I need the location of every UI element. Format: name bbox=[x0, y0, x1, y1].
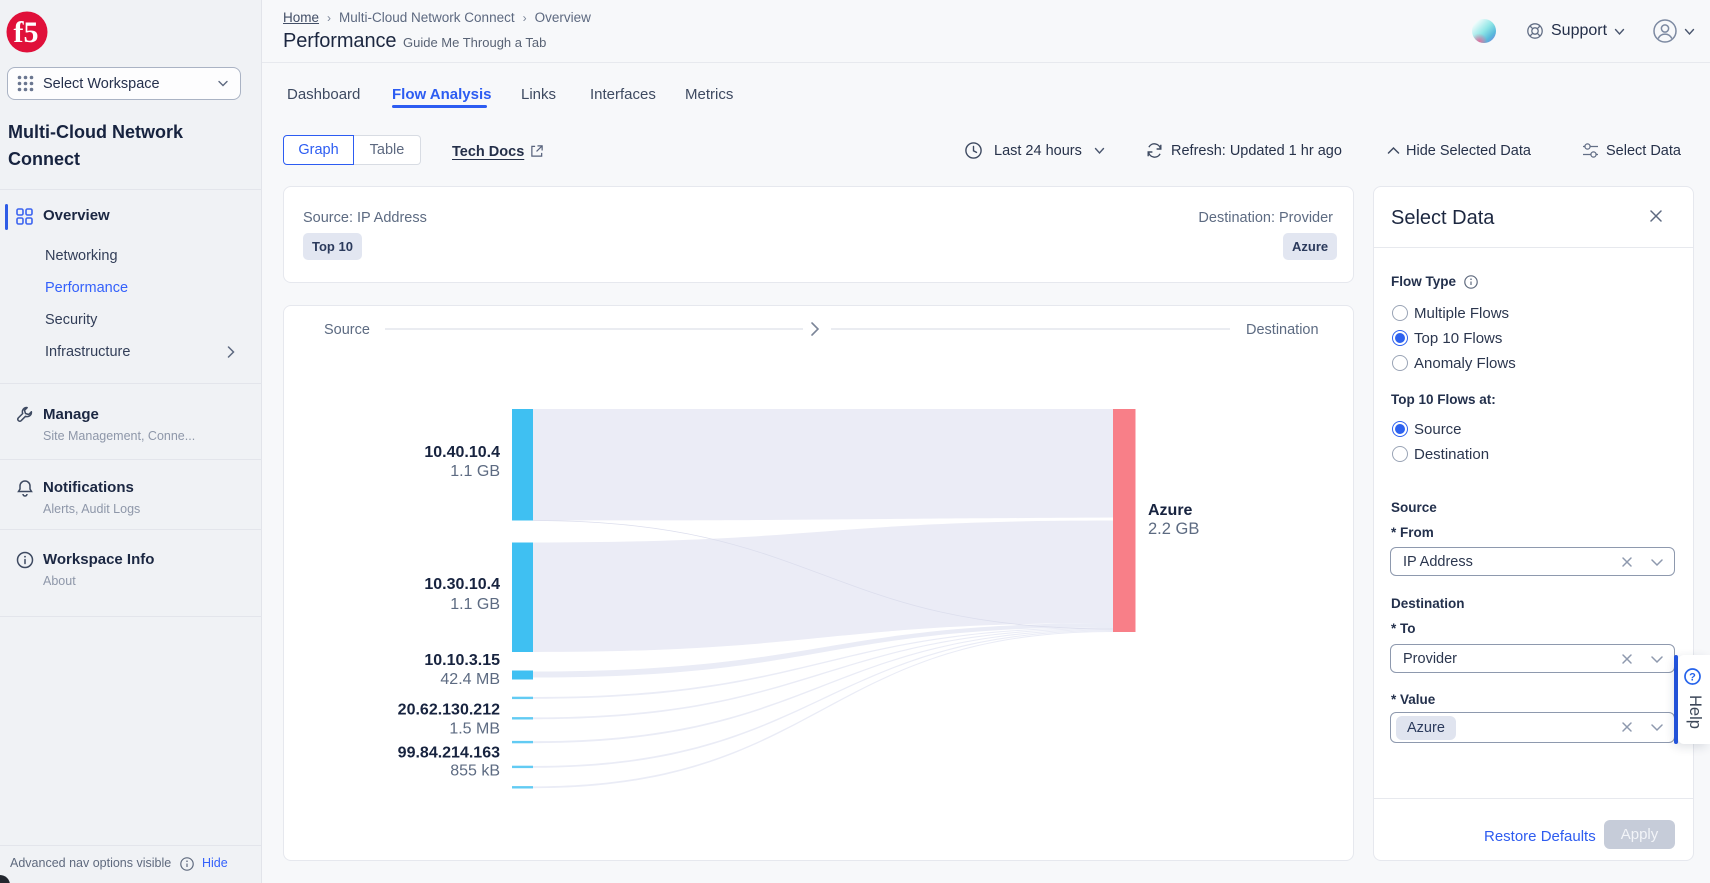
svg-text:?: ? bbox=[1689, 672, 1696, 684]
svg-text:42.4 MB: 42.4 MB bbox=[440, 671, 500, 688]
svg-text:1.1 GB: 1.1 GB bbox=[450, 596, 500, 613]
svg-text:f5: f5 bbox=[14, 16, 39, 49]
svg-text:2.2 GB: 2.2 GB bbox=[1148, 520, 1199, 538]
svg-text:10.30.10.4: 10.30.10.4 bbox=[424, 576, 500, 593]
svg-text:Source: Source bbox=[324, 322, 370, 338]
svg-text:10.10.3.15: 10.10.3.15 bbox=[424, 652, 500, 669]
svg-text:1.1 GB: 1.1 GB bbox=[450, 463, 500, 480]
svg-text:99.84.214.163: 99.84.214.163 bbox=[398, 744, 500, 761]
svg-text:10.40.10.4: 10.40.10.4 bbox=[424, 444, 500, 461]
svg-text:Azure: Azure bbox=[1148, 502, 1193, 519]
svg-text:855 kB: 855 kB bbox=[450, 762, 500, 779]
svg-text:1.5 MB: 1.5 MB bbox=[449, 721, 500, 738]
svg-text:20.62.130.212: 20.62.130.212 bbox=[398, 702, 500, 719]
svg-text:Destination: Destination bbox=[1246, 322, 1319, 338]
